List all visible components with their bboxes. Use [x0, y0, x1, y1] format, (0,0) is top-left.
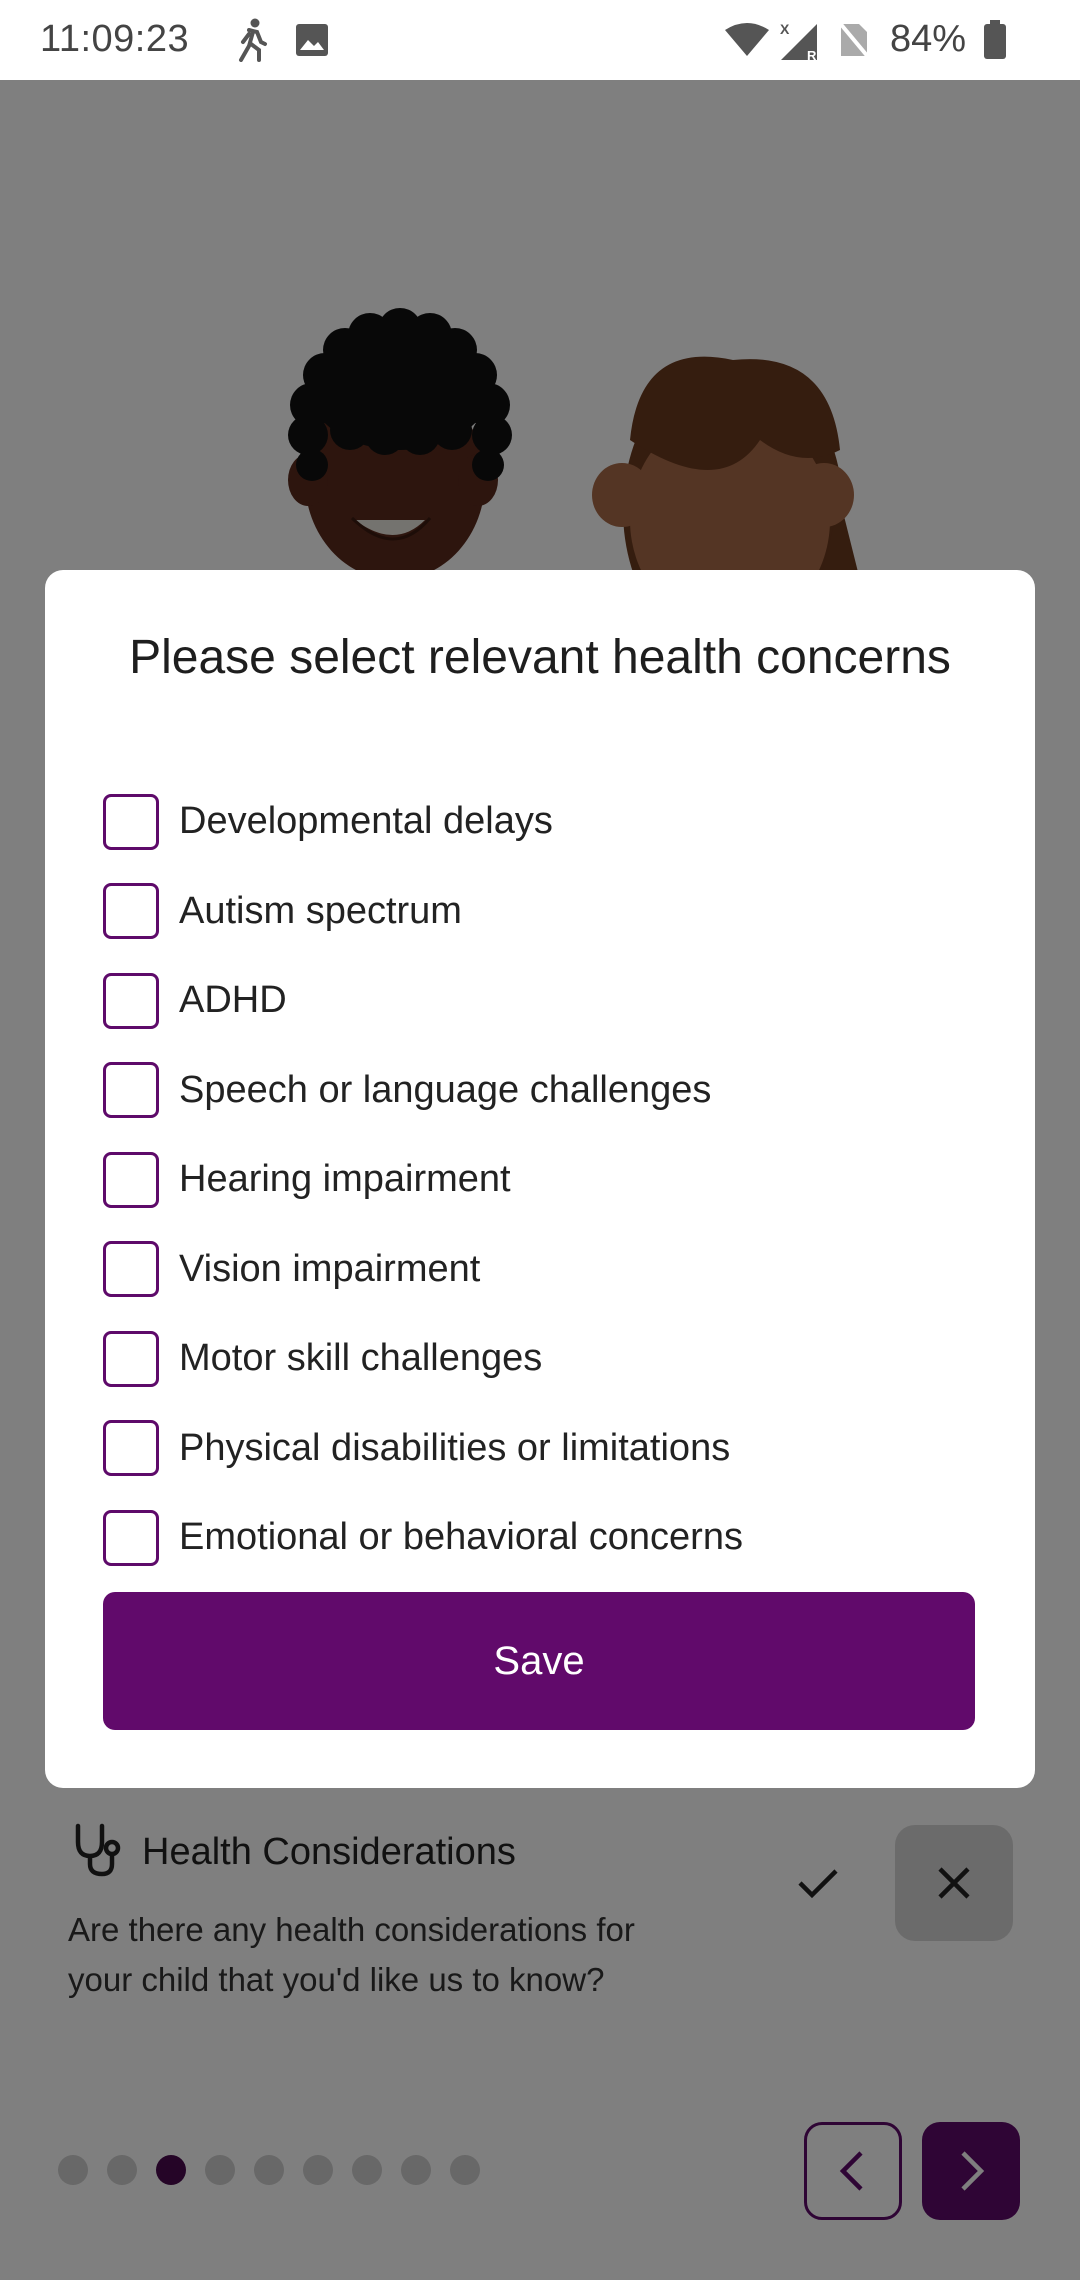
status-time: 11:09:23 — [40, 18, 190, 60]
signal-icon: XR — [776, 16, 822, 64]
checkbox[interactable] — [103, 972, 159, 1029]
health-concern-option[interactable]: Autism spectrum — [103, 867, 1003, 957]
option-label: Autism spectrum — [179, 889, 462, 932]
health-concern-option[interactable]: Motor skill challenges — [103, 1314, 1003, 1404]
option-label: ADHD — [179, 979, 287, 1022]
battery-icon — [980, 16, 1010, 64]
health-concern-option[interactable]: Developmental delays — [103, 777, 1003, 867]
checkbox[interactable] — [103, 793, 159, 850]
dialog-title: Please select relevant health concerns — [129, 631, 951, 684]
option-label: Hearing impairment — [179, 1158, 511, 1201]
option-label: Vision impairment — [179, 1247, 481, 1290]
option-label: Emotional or behavioral concerns — [179, 1516, 743, 1559]
option-label: Developmental delays — [179, 800, 553, 843]
wifi-icon — [722, 16, 772, 64]
option-label: Physical disabilities or limitations — [179, 1426, 731, 1469]
save-button[interactable]: Save — [103, 1592, 975, 1730]
checkbox[interactable] — [103, 883, 159, 940]
checkbox[interactable] — [103, 1420, 159, 1477]
svg-text:X: X — [780, 21, 790, 37]
checkbox[interactable] — [103, 1151, 159, 1208]
battery-percent: 84% — [890, 18, 967, 60]
status-bar: 11:09:23 XR 84% — [0, 0, 1080, 80]
option-label: Motor skill challenges — [179, 1337, 543, 1380]
health-concerns-list: Developmental delays Autism spectrum ADHD S… — [103, 777, 1003, 1583]
no-sim-icon — [834, 16, 874, 64]
health-concern-option[interactable]: Vision impairment — [103, 1225, 1003, 1315]
health-concern-option[interactable]: Speech or language challenges — [103, 1046, 1003, 1136]
checkbox[interactable] — [103, 1062, 159, 1119]
checkbox[interactable] — [103, 1330, 159, 1387]
health-concerns-dialog: Please select relevant health concerns D… — [45, 570, 1035, 1788]
image-icon — [292, 16, 332, 64]
svg-text:R: R — [807, 48, 817, 62]
walking-icon — [232, 16, 272, 64]
checkbox[interactable] — [103, 1509, 159, 1566]
health-concern-option[interactable]: Physical disabilities or limitations — [103, 1404, 1003, 1494]
option-label: Speech or language challenges — [179, 1068, 712, 1111]
health-concern-option[interactable]: ADHD — [103, 956, 1003, 1046]
health-concern-option[interactable]: Emotional or behavioral concerns — [103, 1493, 1003, 1583]
checkbox[interactable] — [103, 1241, 159, 1298]
health-concern-option[interactable]: Hearing impairment — [103, 1135, 1003, 1225]
